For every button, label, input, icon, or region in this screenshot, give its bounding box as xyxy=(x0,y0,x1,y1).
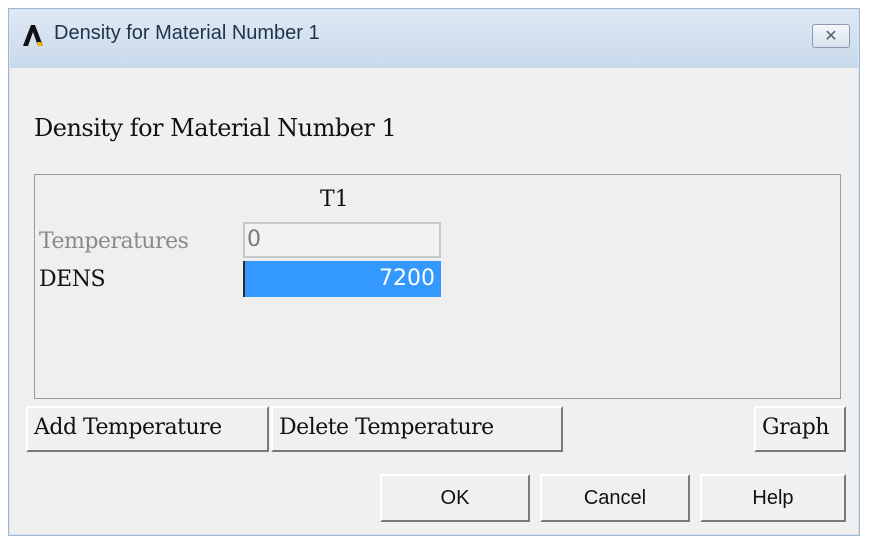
column-header-t1: T1 xyxy=(320,187,349,212)
temperature-input: 0 xyxy=(243,222,441,258)
dialog-window: Density for Material Number 1 ✕ Density … xyxy=(8,8,860,536)
window-title: Density for Material Number 1 xyxy=(54,22,320,44)
property-table: T1 Temperatures 0 DENS 7200 xyxy=(34,174,841,399)
add-temperature-button[interactable]: Add Temperature xyxy=(26,406,269,452)
graph-button[interactable]: Graph xyxy=(754,406,846,452)
dialog-body: Density for Material Number 1 T1 Tempera… xyxy=(10,68,858,534)
cancel-button[interactable]: Cancel xyxy=(540,474,690,522)
ok-button[interactable]: OK xyxy=(380,474,530,522)
close-button[interactable]: ✕ xyxy=(812,24,850,48)
dialog-heading: Density for Material Number 1 xyxy=(34,114,397,142)
help-button[interactable]: Help xyxy=(700,474,846,522)
title-bar[interactable]: Density for Material Number 1 ✕ xyxy=(10,10,858,68)
row-label-temperatures: Temperatures xyxy=(39,229,189,254)
density-input[interactable]: 7200 xyxy=(243,261,441,297)
close-icon: ✕ xyxy=(824,28,838,45)
row-label-dens: DENS xyxy=(39,267,106,292)
delete-temperature-button[interactable]: Delete Temperature xyxy=(271,406,563,452)
ansys-logo-icon xyxy=(23,25,43,46)
